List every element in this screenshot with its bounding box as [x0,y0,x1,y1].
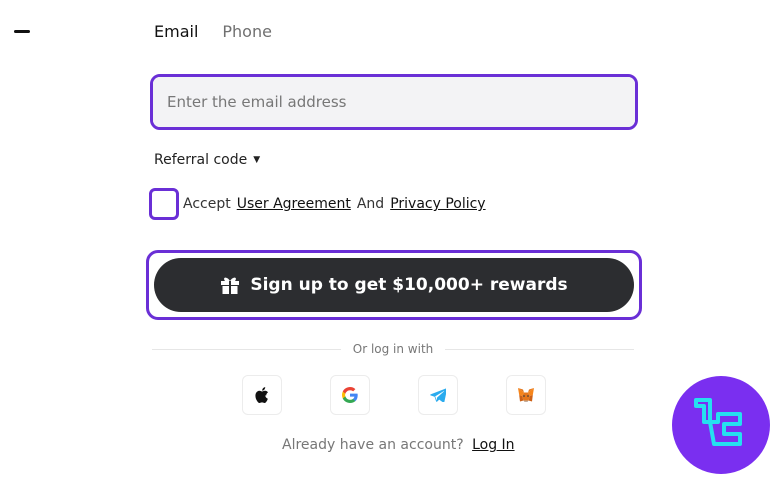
apple-login-button[interactable] [242,375,282,415]
divider-line-left [152,348,341,350]
referral-code-label: Referral code [154,152,248,168]
telegram-icon [430,388,446,402]
referral-code-toggle[interactable]: Referral code ▼ [154,152,260,168]
agreement-checkbox[interactable] [149,188,179,220]
auth-tabs: Email Phone [154,22,272,55]
apple-icon [255,387,268,403]
and-text: And [356,196,385,212]
login-link[interactable]: Log In [472,437,514,453]
login-prompt-text: Already have an account? [282,437,464,453]
telegram-login-button[interactable] [418,375,458,415]
tab-phone[interactable]: Phone [222,22,272,55]
signup-button-label: Sign up to get $10,000+ rewards [250,275,568,295]
divider-line-right [445,348,635,350]
email-input[interactable] [153,77,635,127]
caret-down-icon: ▼ [253,155,261,165]
tab-email[interactable]: Email [154,22,198,55]
signup-button-highlight: Sign up to get $10,000+ rewards [146,250,642,320]
metamask-login-button[interactable] [506,375,546,415]
accept-text: Accept [183,196,231,212]
login-prompt: Already have an account? Log In [282,437,515,453]
social-divider: Or log in with [152,342,635,356]
active-tab-indicator [14,30,30,33]
privacy-policy-link[interactable]: Privacy Policy [390,196,485,212]
brand-logo-icon [694,398,742,446]
signup-button[interactable]: Sign up to get $10,000+ rewards [154,258,634,312]
google-login-button[interactable] [330,375,370,415]
google-icon [342,387,358,403]
brand-logo [672,376,770,474]
metamask-icon [518,388,534,402]
gift-icon [221,277,240,294]
email-field-highlight [150,74,638,130]
user-agreement-link[interactable]: User Agreement [237,196,351,212]
divider-label: Or log in with [352,342,434,356]
agreement-row: Accept User Agreement And Privacy Policy [149,188,492,220]
